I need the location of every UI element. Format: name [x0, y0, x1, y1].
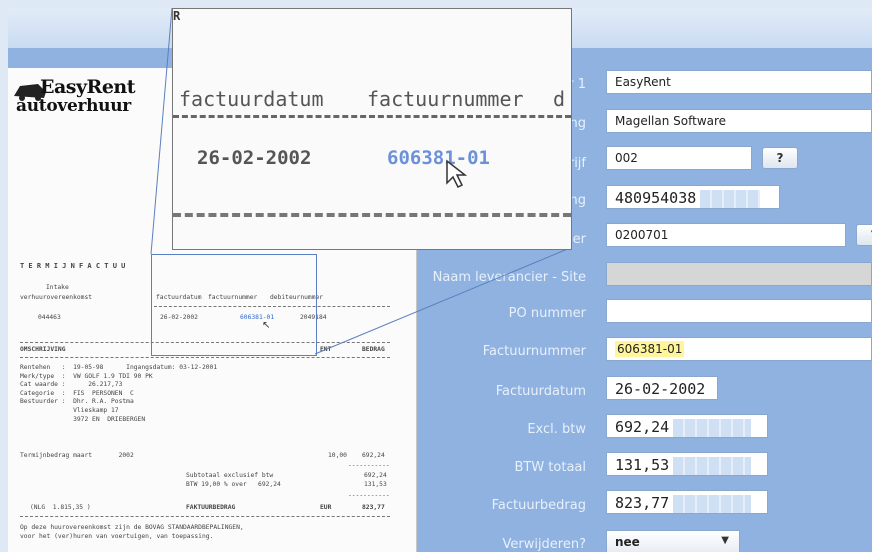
- doc-title: T E R M I J N F A C T U U: [20, 262, 126, 270]
- zoom-invoice: 606381-01: [387, 147, 490, 169]
- doc-amount-header-partial: ENT: [320, 346, 332, 353]
- vat-total-blur: [673, 456, 752, 475]
- magnifier-panel: R factuurdatum factuurnummer d 26-02-200…: [172, 8, 572, 250]
- logo-line-1: EasyRent: [40, 76, 136, 98]
- doc-subtotal-value: 692,24: [364, 472, 387, 479]
- dropdown-arrow-icon: ▼: [721, 535, 729, 546]
- doc-rule-4: [20, 516, 390, 517]
- po-number-input[interactable]: [606, 299, 872, 323]
- excl-vat-input[interactable]: 692,24: [606, 414, 768, 438]
- excl-vat-value: 692,24: [615, 418, 670, 436]
- invoice-amount-input[interactable]: 823,77: [606, 490, 768, 514]
- zoom-source-rectangle: [151, 254, 317, 356]
- field-4-value: 480954038: [615, 189, 697, 207]
- doc-rule-3: [20, 357, 390, 358]
- doc-footer: Op deze huurovereenkomst zijn de BOVAG S…: [20, 524, 244, 540]
- lookup-button-2[interactable]: ?: [856, 224, 872, 246]
- invoice-date-input[interactable]: 26-02-2002: [606, 376, 718, 400]
- zoom-date: 26-02-2002: [197, 147, 312, 169]
- field-1-input[interactable]: EasyRent: [606, 70, 872, 94]
- easyrent-logo: EasyRent autoverhuur: [12, 76, 152, 118]
- lookup-button-1[interactable]: ?: [762, 147, 798, 169]
- doc-agreement-label: verhuurovereenkomst: [20, 294, 93, 301]
- doc-subtotal-label: Subtotaal exclusief btw: [186, 472, 274, 479]
- doc-vat-value: 131,53: [364, 481, 387, 488]
- doc-sep-2: -----------: [348, 492, 390, 499]
- application-window: r 1 ing rijf ing ner Naam leverancier - …: [8, 8, 872, 552]
- field-3-input[interactable]: 002: [606, 146, 752, 170]
- field-4-blur: [700, 189, 761, 208]
- doc-total-label: FAKTUURBEDRAG: [186, 504, 236, 511]
- doc-currency: EUR: [320, 504, 332, 511]
- field-5-input[interactable]: 0200701: [606, 223, 846, 247]
- zoom-rule-2: [173, 213, 571, 217]
- delete-select-value: nee: [615, 535, 640, 549]
- field-2-input[interactable]: Magellan Software: [606, 109, 872, 133]
- zoom-col-debtor: d: [553, 87, 566, 111]
- invoice-number-input[interactable]: 606381-01: [606, 337, 872, 361]
- doc-term-line: Termijnbedrag maart 2002: [20, 452, 134, 459]
- doc-agreement-no: 044463: [38, 314, 61, 321]
- doc-intake-label: Intake: [46, 284, 69, 291]
- doc-term-amount: 692,24: [362, 452, 385, 459]
- doc-nlg: (NLG 1.815,35 ): [30, 504, 91, 511]
- zoom-rule-1: [173, 115, 571, 118]
- invoice-amount-value: 823,77: [615, 494, 670, 512]
- zoom-corner-mark: R: [173, 9, 181, 23]
- field-4-input[interactable]: 480954038: [606, 185, 780, 209]
- zoom-col-date: factuurdatum: [179, 87, 324, 111]
- doc-details: Rentehen : 19-05-98 Ingangsdatum: 03-12-…: [20, 364, 218, 423]
- doc-term-qty: 10,00: [328, 452, 347, 459]
- doc-sep-1: -----------: [348, 462, 390, 469]
- zoom-col-invoice: factuurnummer: [367, 87, 524, 111]
- supplier-site-input: [606, 262, 872, 286]
- doc-desc-header: OMSCHRIJVING: [20, 346, 66, 353]
- vat-total-input[interactable]: 131,53: [606, 452, 768, 476]
- doc-total-value: 823,77: [362, 504, 385, 511]
- invoice-amount-blur: [673, 494, 752, 513]
- delete-select[interactable]: nee ▼: [606, 530, 740, 552]
- logo-line-2: autoverhuur: [16, 96, 131, 116]
- doc-amount-header: BEDRAG: [362, 346, 385, 353]
- vat-total-value: 131,53: [615, 456, 670, 474]
- doc-vat-label: BTW 19,00 % over 692,24: [186, 481, 281, 488]
- mouse-cursor-icon: [445, 159, 468, 193]
- excl-vat-blur: [673, 418, 752, 437]
- invoice-number-value: 606381-01: [615, 341, 685, 357]
